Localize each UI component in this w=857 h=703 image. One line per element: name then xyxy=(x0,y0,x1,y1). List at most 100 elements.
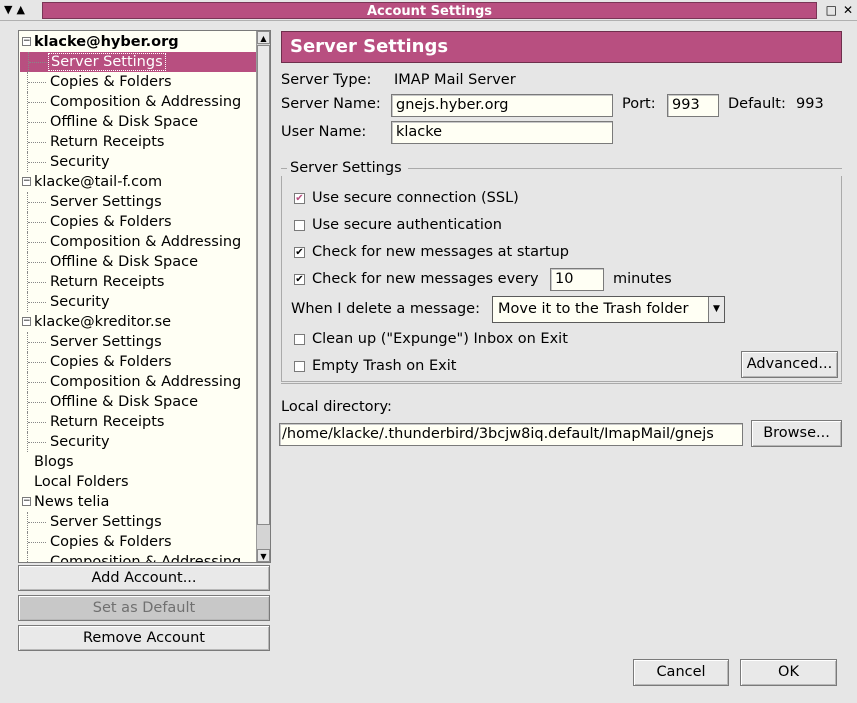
maximize-icon[interactable]: □ xyxy=(826,3,837,17)
tree-item-child[interactable]: Copies & Folders xyxy=(19,212,255,232)
tree-item-child[interactable]: Security xyxy=(19,432,255,452)
tree-item-account[interactable]: − klacke@tail-f.com xyxy=(19,172,255,192)
tree-connector xyxy=(28,52,50,72)
check-startup-checkbox[interactable]: ✔ xyxy=(294,247,305,258)
window-controls[interactable]: □ ✕ xyxy=(820,2,853,18)
collapse-icon[interactable]: − xyxy=(22,177,31,186)
tree-connector xyxy=(27,252,49,272)
set-default-button[interactable]: Set as Default xyxy=(18,595,270,621)
browse-button[interactable]: Browse... xyxy=(751,420,842,447)
window-menu-icon[interactable]: ▼ xyxy=(4,3,12,16)
tree-item-label: Security xyxy=(50,154,110,170)
check-every-checkbox[interactable]: ✔ xyxy=(294,274,305,285)
check-startup-label[interactable]: Check for new messages at startup xyxy=(312,244,569,260)
server-name-input[interactable]: gnejs.hyber.org xyxy=(391,94,613,117)
shade-icon[interactable]: ▲ xyxy=(16,3,24,16)
tree-item-child[interactable]: Return Receipts xyxy=(19,272,255,292)
tree-connector xyxy=(27,392,49,412)
window-menu-controls[interactable]: ▼ ▲ xyxy=(4,2,29,18)
tree-item-label: Server Settings xyxy=(50,514,162,530)
add-account-button[interactable]: Add Account... xyxy=(18,565,270,591)
tree-item-child[interactable]: Server Settings xyxy=(19,512,255,532)
tree-item-child[interactable]: Copies & Folders xyxy=(19,352,255,372)
page-title: Server Settings xyxy=(281,31,842,63)
tree-item-child[interactable]: Offline & Disk Space xyxy=(19,392,255,412)
tree-item-label: Return Receipts xyxy=(50,274,165,290)
secure-auth-label[interactable]: Use secure authentication xyxy=(312,217,502,233)
tree-item-child[interactable]: Security xyxy=(19,292,255,312)
expunge-label[interactable]: Clean up ("Expunge") Inbox on Exit xyxy=(312,331,568,347)
tree-item-child[interactable]: Offline & Disk Space xyxy=(19,252,255,272)
default-port-value: 993 xyxy=(796,96,824,112)
server-name-label: Server Name: xyxy=(281,96,381,112)
delete-action-select[interactable]: Move it to the Trash folder ▼ xyxy=(492,296,725,323)
tree-connector xyxy=(27,292,49,312)
ok-button[interactable]: OK xyxy=(740,659,837,686)
expunge-checkbox[interactable] xyxy=(294,334,305,345)
scroll-up-icon[interactable]: ▲ xyxy=(257,31,270,44)
tree-item-child[interactable]: Return Receipts xyxy=(19,132,255,152)
advanced-button[interactable]: Advanced... xyxy=(741,351,838,378)
tree-connector xyxy=(27,352,49,372)
tree-connector xyxy=(27,192,49,212)
secure-auth-checkbox[interactable] xyxy=(294,220,305,231)
account-tree[interactable]: Composition & Addressing Copies & Folders… xyxy=(18,30,271,563)
empty-trash-label[interactable]: Empty Trash on Exit xyxy=(312,358,456,374)
tree-item-child[interactable]: Copies & Folders xyxy=(19,532,255,552)
tree-item-child[interactable]: Composition & Addressing xyxy=(19,372,255,392)
collapse-icon[interactable]: − xyxy=(22,37,31,46)
default-label: Default: xyxy=(728,96,786,112)
cancel-button[interactable]: Cancel xyxy=(633,659,729,686)
tree-item-label: klacke@tail-f.com xyxy=(34,174,163,190)
ssl-label[interactable]: Use secure connection (SSL) xyxy=(312,190,519,206)
chevron-down-icon[interactable]: ▼ xyxy=(708,297,724,322)
check-every-label[interactable]: Check for new messages every xyxy=(312,271,539,287)
tree-item-child[interactable]: Security xyxy=(19,152,255,172)
tree-item-label: Copies & Folders xyxy=(50,354,172,370)
empty-trash-checkbox[interactable] xyxy=(294,361,305,372)
tree-item-account[interactable]: − News telia xyxy=(19,492,255,512)
tree-item-child[interactable]: Offline & Disk Space xyxy=(19,112,255,132)
scroll-down-icon[interactable]: ▼ xyxy=(257,549,270,562)
scroll-thumb[interactable] xyxy=(257,45,270,525)
local-directory-label: Local directory: xyxy=(281,399,392,415)
tree-item-child[interactable]: Server Settings xyxy=(20,52,256,72)
tree-item-label: Server Settings xyxy=(50,194,162,210)
tree-item-label: Copies & Folders xyxy=(50,74,172,90)
group-title: Server Settings xyxy=(290,160,402,176)
collapse-icon[interactable]: − xyxy=(22,317,31,326)
tree-item-label: News telia xyxy=(34,494,110,510)
minutes-label: minutes xyxy=(613,271,672,287)
close-icon[interactable]: ✕ xyxy=(843,3,853,17)
tree-item-child[interactable]: Server Settings xyxy=(19,332,255,352)
tree-item-account[interactable]: − klacke@kreditor.se xyxy=(19,312,255,332)
tree-item-label: Composition & Addressing xyxy=(50,94,242,110)
check-interval-input[interactable]: 10 xyxy=(550,268,604,291)
collapse-icon[interactable]: − xyxy=(22,497,31,506)
tree-scrollbar[interactable]: ▲ ▼ xyxy=(256,31,270,562)
tree-item-label: Server Settings xyxy=(50,334,162,350)
tree-item-top[interactable]: Blogs xyxy=(19,452,255,472)
title-bar: ▼ ▲ Account Settings □ ✕ xyxy=(0,0,857,21)
remove-account-button[interactable]: Remove Account xyxy=(18,625,270,651)
tree-item-child[interactable]: Return Receipts xyxy=(19,412,255,432)
tree-item-account[interactable]: − klacke@hyber.org xyxy=(19,32,255,52)
tree-connector xyxy=(27,372,49,392)
tree-item-child[interactable]: Composition & Addressing xyxy=(19,232,255,252)
ssl-checkbox[interactable]: ✔ xyxy=(294,193,305,204)
tree-connector xyxy=(27,272,49,292)
tree-item-child[interactable]: Composition & Addressing xyxy=(19,552,255,562)
tree-item-label: Local Folders xyxy=(34,474,129,490)
tree-connector xyxy=(27,152,49,172)
tree-item-child[interactable]: Copies & Folders xyxy=(19,72,255,92)
tree-item-label: Copies & Folders xyxy=(50,214,172,230)
delete-message-label: When I delete a message: xyxy=(291,301,480,317)
tree-item-child[interactable]: Composition & Addressing xyxy=(19,92,255,112)
port-input[interactable]: 993 xyxy=(667,94,719,117)
tree-connector xyxy=(27,432,49,452)
tree-item-child[interactable]: Server Settings xyxy=(19,192,255,212)
tree-item-top[interactable]: Local Folders xyxy=(19,472,255,492)
user-name-input[interactable]: klacke xyxy=(391,121,613,144)
tree-item-label: Return Receipts xyxy=(50,414,165,430)
local-directory-input[interactable]: /home/klacke/.thunderbird/3bcjw8iq.defau… xyxy=(279,423,743,446)
